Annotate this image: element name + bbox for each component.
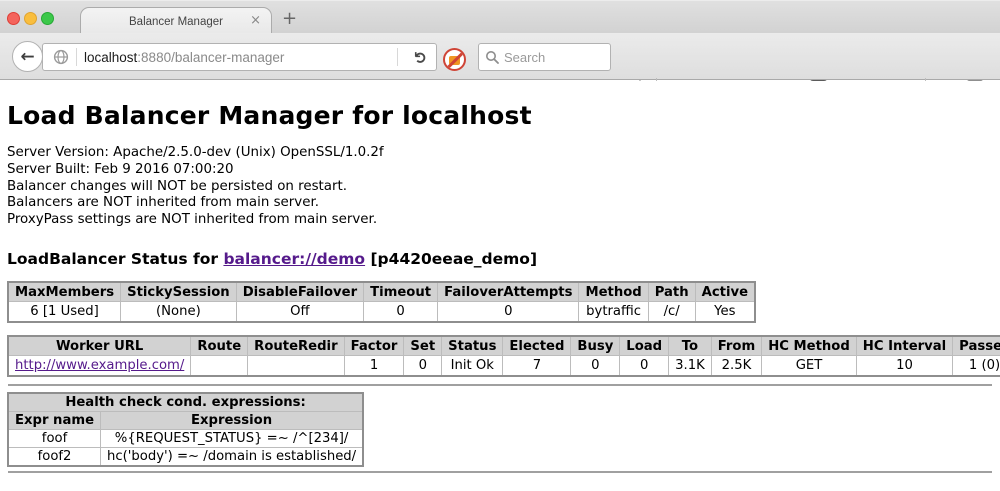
- col-routeredir: RouteRedir: [248, 336, 344, 356]
- url-input[interactable]: localhost:8880/balancer-manager: [84, 50, 390, 65]
- col-timeout: Timeout: [364, 282, 438, 302]
- cell-elected: 7: [503, 356, 571, 376]
- cell-hc-method: GET: [762, 356, 857, 376]
- cell-set: 0: [404, 356, 442, 376]
- window-zoom-button[interactable]: [41, 12, 54, 25]
- balancer-demo-link[interactable]: balancer://demo: [223, 250, 365, 268]
- reload-icon[interactable]: ↻: [411, 41, 430, 72]
- browser-toolbar: ← localhost:8880/balancer-manager ↻: [0, 33, 1000, 80]
- balancer-settings-table: MaxMembers StickySession DisableFailover…: [7, 281, 756, 323]
- loadbalancer-status-heading: LoadBalancer Status for balancer://demo …: [7, 250, 993, 268]
- col-hc-method: HC Method: [762, 336, 857, 356]
- cell-expression: hc('body') =~ /domain is established/: [101, 447, 364, 466]
- col-elected: Elected: [503, 336, 571, 356]
- cell-expr-name: foof2: [8, 447, 101, 466]
- col-set: Set: [404, 336, 442, 356]
- url-bar[interactable]: localhost:8880/balancer-manager ↻: [42, 43, 437, 71]
- cell-expression: %{REQUEST_STATUS} =~ /^[234]/: [101, 429, 364, 447]
- site-identity-globe-icon[interactable]: [53, 49, 69, 65]
- search-input[interactable]: [504, 50, 599, 65]
- cell-factor: 1: [344, 356, 404, 376]
- col-hc-interval: HC Interval: [856, 336, 952, 356]
- url-path: :8880/balancer-manager: [137, 50, 284, 65]
- back-button[interactable]: ←: [12, 41, 43, 72]
- server-info: Server Version: Apache/2.5.0-dev (Unix) …: [7, 145, 993, 229]
- browser-titlebar: Balancer Manager × +: [0, 0, 1000, 33]
- urlbar-divider: [76, 48, 77, 66]
- col-expression: Expression: [101, 411, 364, 429]
- proxypass-notice-line: ProxyPass settings are NOT inherited fro…: [7, 212, 993, 229]
- cell-route: [191, 356, 248, 376]
- health-check-table: Health check cond. expressions: Expr nam…: [7, 392, 364, 467]
- cell-method: bytraffic: [579, 302, 648, 322]
- cell-stickysession: (None): [121, 302, 237, 322]
- cell-load: 0: [620, 356, 669, 376]
- persist-notice-line: Balancer changes will NOT be persisted o…: [7, 179, 993, 196]
- cell-timeout: 0: [364, 302, 438, 322]
- cell-worker-url: http://www.example.com/: [8, 356, 191, 376]
- col-stickysession: StickySession: [121, 282, 237, 302]
- window-minimize-button[interactable]: [24, 12, 37, 25]
- cell-failoverattempts: 0: [438, 302, 579, 322]
- table-header-row: MaxMembers StickySession DisableFailover…: [8, 282, 755, 302]
- search-icon: [485, 50, 499, 64]
- cell-busy: 0: [571, 356, 620, 376]
- table-caption-row: Health check cond. expressions:: [8, 393, 363, 412]
- cell-hc-interval: 10: [856, 356, 952, 376]
- heading-prefix: LoadBalancer Status for: [7, 250, 223, 268]
- col-factor: Factor: [344, 336, 404, 356]
- inherit-notice-line: Balancers are NOT inherited from main se…: [7, 195, 993, 212]
- col-maxmembers: MaxMembers: [8, 282, 121, 302]
- blocked-content-icon[interactable]: [443, 48, 466, 71]
- server-built-line: Server Built: Feb 9 2016 07:00:20: [7, 162, 993, 179]
- browser-tab[interactable]: Balancer Manager ×: [80, 7, 272, 35]
- col-failoverattempts: FailoverAttempts: [438, 282, 579, 302]
- table-row: foof %{REQUEST_STATUS} =~ /^[234]/: [8, 429, 363, 447]
- col-worker-url: Worker URL: [8, 336, 191, 356]
- section-divider: [8, 384, 992, 386]
- health-table-caption: Health check cond. expressions:: [8, 393, 363, 412]
- table-row: 6 [1 Used] (None) Off 0 0 bytraffic /c/ …: [8, 302, 755, 322]
- page-content: Load Balancer Manager for localhost Serv…: [0, 81, 1000, 491]
- page-title: Load Balancer Manager for localhost: [7, 101, 993, 130]
- col-status: Status: [442, 336, 503, 356]
- heading-suffix: [p4420eeae_demo]: [365, 250, 537, 268]
- search-bar[interactable]: [478, 43, 611, 71]
- worker-url-link[interactable]: http://www.example.com/: [15, 358, 184, 373]
- col-disablefailover: DisableFailover: [236, 282, 363, 302]
- cell-active: Yes: [695, 302, 755, 322]
- window-close-button[interactable]: [7, 12, 20, 25]
- col-method: Method: [579, 282, 648, 302]
- tab-title: Balancer Manager: [129, 16, 223, 28]
- table-row: foof2 hc('body') =~ /domain is establish…: [8, 447, 363, 466]
- col-load: Load: [620, 336, 669, 356]
- cell-path: /c/: [648, 302, 695, 322]
- tab-close-icon[interactable]: ×: [250, 14, 261, 28]
- cell-status: Init Ok: [442, 356, 503, 376]
- cell-to: 3.1K: [669, 356, 712, 376]
- table-row: http://www.example.com/ 1 0 Init Ok 7 0 …: [8, 356, 1000, 376]
- new-tab-button[interactable]: +: [282, 8, 297, 29]
- col-active: Active: [695, 282, 755, 302]
- cell-disablefailover: Off: [236, 302, 363, 322]
- col-path: Path: [648, 282, 695, 302]
- urlbar-divider: [397, 48, 398, 66]
- url-host: localhost: [84, 50, 137, 65]
- col-route: Route: [191, 336, 248, 356]
- col-from: From: [711, 336, 761, 356]
- table-header-row: Worker URL Route RouteRedir Factor Set S…: [8, 336, 1000, 356]
- cell-from: 2.5K: [711, 356, 761, 376]
- page-bottom-divider: [8, 471, 992, 473]
- col-to: To: [669, 336, 712, 356]
- worker-status-table: Worker URL Route RouteRedir Factor Set S…: [7, 335, 1000, 377]
- col-passes: Passes: [953, 336, 1000, 356]
- cell-passes: 1 (0): [953, 356, 1000, 376]
- cell-maxmembers: 6 [1 Used]: [8, 302, 121, 322]
- cell-routeredir: [248, 356, 344, 376]
- cell-expr-name: foof: [8, 429, 101, 447]
- table-header-row: Expr name Expression: [8, 411, 363, 429]
- server-version-line: Server Version: Apache/2.5.0-dev (Unix) …: [7, 145, 993, 162]
- col-expr-name: Expr name: [8, 411, 101, 429]
- col-busy: Busy: [571, 336, 620, 356]
